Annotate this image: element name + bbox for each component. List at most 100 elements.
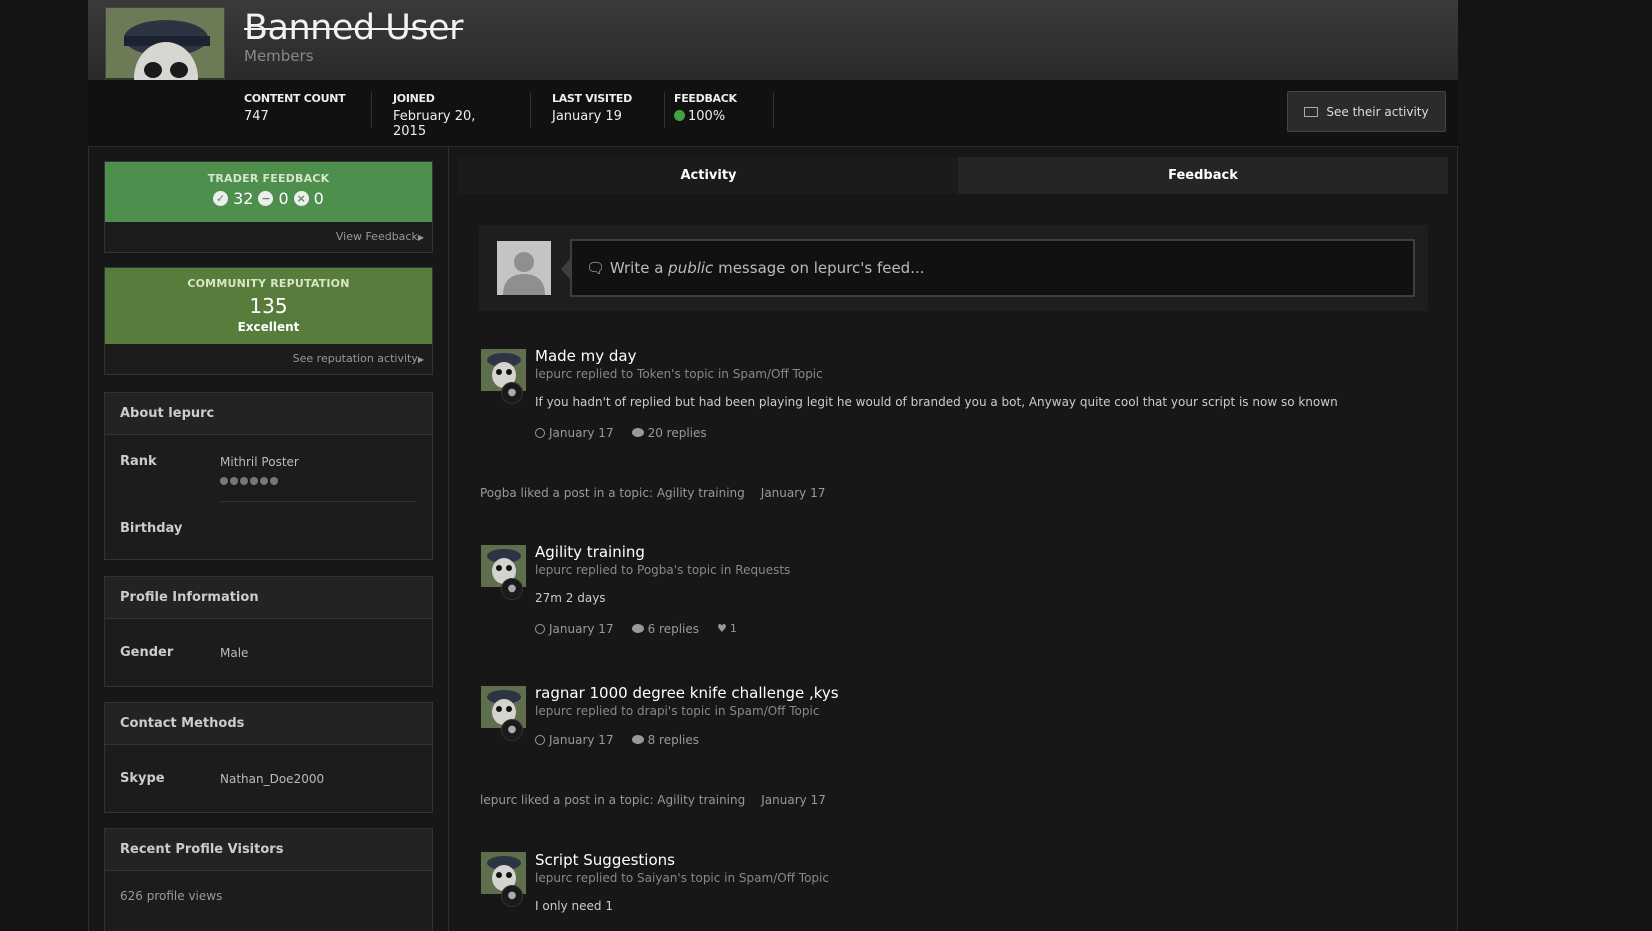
visitors-title: Recent Profile Visitors: [105, 829, 432, 871]
profile-page: Banned User Members CONTENT COUNT 747 JO…: [0, 0, 1652, 931]
about-box: About lepurc Rank Mithril Poster Birthda…: [104, 392, 433, 560]
feed-item-likes[interactable]: ♥ 1: [717, 622, 737, 636]
stat-value: January 19: [552, 109, 622, 124]
feed-item-replies[interactable]: 6 replies: [631, 622, 699, 636]
feed-item-body: I only need 1: [535, 899, 613, 913]
feed-item-footer: January 17 6 replies ♥ 1: [535, 622, 737, 636]
activity-like-line: lepurc liked a post in a topic: Agility …: [480, 793, 826, 807]
trader-feedback-box: TRADER FEEDBACK ✓ 32 − 0 × 0 View Feedba…: [104, 161, 433, 253]
stat-content-count: CONTENT COUNT 747: [244, 92, 372, 128]
feed-item-meta: lepurc replied to Pogba's topic in Reque…: [535, 563, 791, 577]
stat-value: February 20, 2015: [393, 109, 476, 139]
contact-title: Contact Methods: [105, 703, 432, 745]
birthday-row: Birthday: [105, 502, 432, 560]
reputation-value: 135: [249, 294, 288, 318]
tab-activity[interactable]: Activity: [459, 157, 958, 194]
views-row: 626 profile views: [105, 871, 432, 929]
composer-prefix: Write a: [609, 259, 664, 277]
profile-views: 626 profile views: [120, 889, 223, 903]
positive-count: 32: [233, 189, 254, 208]
feed-item-meta: lepurc replied to Token's topic in Spam/…: [535, 367, 823, 381]
trader-feedback-counts: ✓ 32 − 0 × 0: [105, 189, 432, 208]
date-text: January 17: [549, 622, 614, 636]
negative-count: 0: [313, 189, 324, 208]
skype-value[interactable]: Nathan_Doe2000: [220, 772, 324, 786]
caret-right-icon: ▶: [417, 355, 424, 364]
skype-key: Skype: [120, 771, 165, 786]
comment-icon: [631, 624, 644, 633]
neutral-icon: −: [258, 191, 274, 206]
trader-feedback-title: TRADER FEEDBACK: [207, 172, 330, 185]
feed-item-title[interactable]: ragnar 1000 degree knife challenge ,kys: [535, 684, 839, 702]
default-avatar: [497, 241, 551, 295]
see-activity-label: See their activity: [1326, 104, 1429, 119]
comment-icon: ●: [501, 382, 523, 404]
stat-label: FEEDBACK: [674, 92, 737, 105]
rank-key: Rank: [120, 454, 157, 469]
likes-count: 1: [729, 622, 737, 635]
feed-item-date: January 17: [535, 733, 614, 747]
feed-item-meta: lepurc replied to Saiyan's topic in Spam…: [535, 871, 829, 885]
view-feedback-link[interactable]: View Feedback▶: [105, 222, 432, 252]
clock-icon: [535, 735, 545, 745]
stat-label: JOINED: [393, 92, 435, 105]
feed-item-replies[interactable]: 20 replies: [631, 426, 707, 440]
caret-right-icon: ▶: [417, 233, 424, 242]
newspaper-icon: [1304, 106, 1319, 117]
contact-box: Contact Methods Skype Nathan_Doe2000: [104, 702, 433, 813]
see-activity-button[interactable]: See their activity: [1287, 91, 1446, 132]
stat-label: CONTENT COUNT: [244, 92, 346, 105]
pointer-arrow: [561, 259, 570, 279]
like-text[interactable]: Pogba liked a post in a topic: Agility t…: [480, 486, 745, 500]
heart-icon: ♥: [717, 622, 727, 635]
composer-suffix: message on lepurc's feed...: [718, 259, 925, 277]
replies-text: 8 replies: [647, 733, 699, 747]
composer-emphasis: public: [668, 259, 714, 277]
clock-icon: [535, 428, 545, 438]
reputation-title: COMMUNITY REPUTATION: [187, 277, 350, 290]
like-date: January 17: [761, 793, 826, 807]
trader-feedback-header: TRADER FEEDBACK ✓ 32 − 0 × 0: [105, 162, 432, 222]
feed-item-date: January 17: [535, 426, 614, 440]
gender-row: Gender Male: [105, 619, 432, 687]
stat-joined: JOINED February 20, 2015: [393, 92, 531, 139]
tab-feedback[interactable]: Feedback: [958, 157, 1448, 194]
stat-feedback: FEEDBACK 100%: [674, 92, 774, 128]
feed-item-title[interactable]: Script Suggestions: [535, 851, 675, 869]
feed-item-title[interactable]: Agility training: [535, 543, 645, 561]
like-text[interactable]: lepurc liked a post in a topic: Agility …: [480, 793, 745, 807]
user-name: Banned User: [244, 8, 463, 48]
stat-value: 747: [244, 109, 269, 124]
feed-item-meta: lepurc replied to drapi's topic in Spam/…: [535, 704, 820, 718]
rank-pips: [220, 477, 278, 485]
user-group: Members: [244, 47, 314, 65]
profile-info-title: Profile Information: [105, 577, 432, 619]
comment-icon: ●: [501, 719, 523, 741]
birthday-key: Birthday: [120, 521, 183, 536]
rank-value: Mithril Poster: [220, 455, 299, 469]
replies-text: 6 replies: [647, 622, 699, 636]
speech-bubble-icon: 🗨: [586, 259, 606, 277]
date-text: January 17: [549, 733, 614, 747]
replies-text: 20 replies: [647, 426, 707, 440]
stat-value: 100%: [674, 109, 753, 124]
feed-item-replies[interactable]: 8 replies: [631, 733, 699, 747]
status-input[interactable]: 🗨 Write a public message on lepurc's fee…: [561, 239, 1415, 297]
positive-icon: ✓: [213, 191, 229, 206]
skype-row: Skype Nathan_Doe2000: [105, 745, 432, 813]
negative-icon: ×: [293, 191, 309, 206]
comment-icon: ●: [501, 578, 523, 600]
profile-info-box: Profile Information Gender Male: [104, 576, 433, 687]
feed-item-title[interactable]: Made my day: [535, 347, 637, 365]
gender-value: Male: [220, 646, 249, 660]
reputation-box: COMMUNITY REPUTATION 135 Excellent See r…: [104, 267, 433, 375]
clock-icon: [535, 624, 545, 634]
view-feedback-label: View Feedback: [335, 230, 418, 243]
activity-like-line: Pogba liked a post in a topic: Agility t…: [480, 486, 825, 500]
feed-item-body: 27m 2 days: [535, 591, 606, 605]
rank-row: Rank Mithril Poster: [105, 435, 432, 501]
feed-item-footer: January 17 20 replies: [535, 426, 707, 440]
see-reputation-link[interactable]: See reputation activity▶: [105, 344, 432, 374]
stat-last-visited: LAST VISITED January 19: [552, 92, 665, 128]
comment-icon: ●: [501, 885, 523, 907]
